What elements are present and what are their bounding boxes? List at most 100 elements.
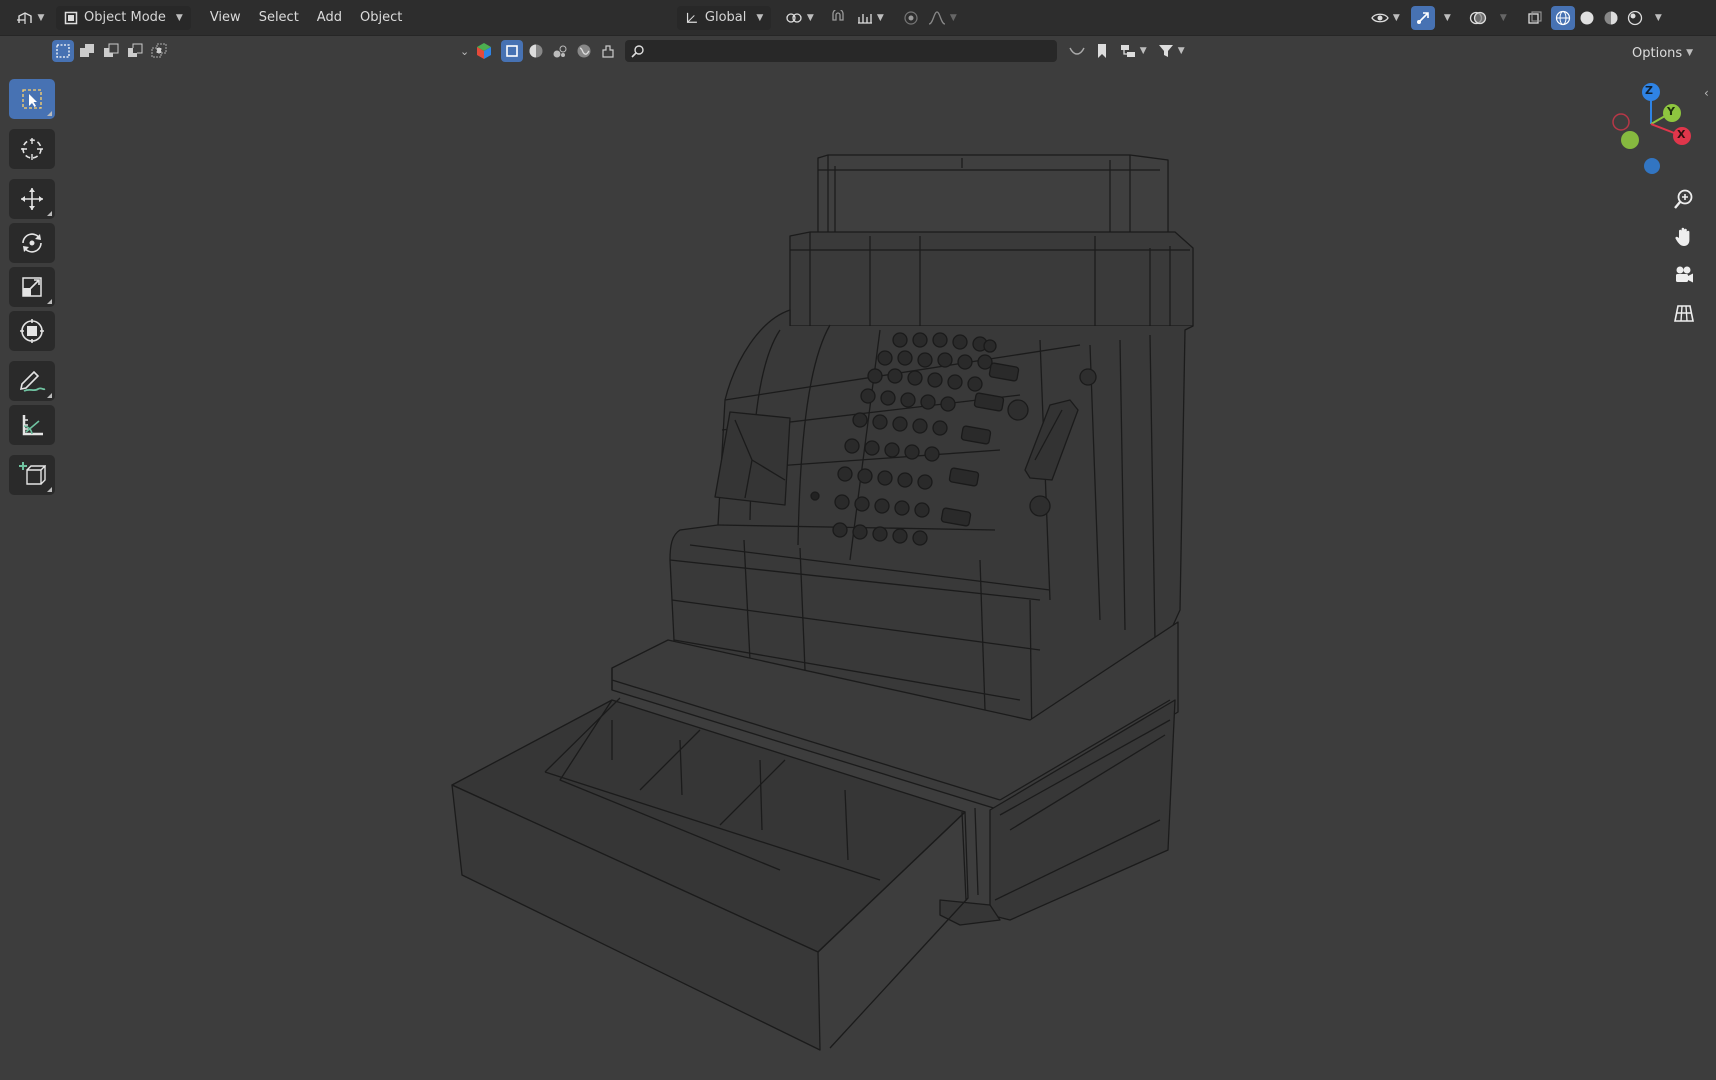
texture-drops-icon	[553, 45, 567, 58]
chevron-down-icon: ▼	[1499, 12, 1507, 23]
filter-texture-button[interactable]	[549, 40, 571, 62]
pivot-icon	[786, 12, 802, 23]
bookmark-button[interactable]	[1091, 40, 1113, 62]
chevron-down-icon[interactable]: ⌄	[460, 45, 469, 58]
navigation-controls	[1666, 181, 1710, 333]
chevron-down-icon: ▼	[1392, 12, 1400, 23]
rotate-tool[interactable]	[9, 223, 55, 263]
proportional-falloff-dropdown[interactable]: ▼	[923, 6, 961, 30]
filter-world-button[interactable]	[573, 40, 595, 62]
3d-cursor-icon	[21, 138, 43, 160]
square-icon	[506, 45, 519, 57]
cursor-select-icon	[22, 89, 42, 109]
select-box-subtract-button[interactable]	[100, 40, 122, 62]
orientation-label: Global	[704, 10, 747, 25]
filter-mesh-button[interactable]	[501, 40, 524, 62]
mode-dropdown[interactable]: Object Mode ▼	[56, 5, 191, 30]
select-mode-group	[52, 40, 170, 62]
menu-object[interactable]: Object	[351, 6, 411, 30]
chevron-down-icon: ▼	[756, 12, 764, 23]
object-mode-icon	[64, 11, 78, 24]
proportional-edit-toggle[interactable]	[899, 6, 923, 30]
select-box-intersect-button[interactable]	[148, 40, 170, 62]
select-box-invert-button[interactable]	[124, 40, 146, 62]
overlays-toggle[interactable]	[1465, 6, 1491, 30]
ortho-toggle-button[interactable]	[1666, 295, 1702, 331]
shading-material-button[interactable]	[1599, 6, 1623, 30]
menu-view[interactable]: View	[201, 6, 250, 30]
add-cube-icon	[19, 462, 46, 485]
bookmark-icon	[1098, 44, 1107, 58]
viewport-editor-icon	[16, 11, 32, 24]
measure-tool[interactable]	[9, 405, 55, 445]
options-dropdown[interactable]: Options ▼	[1624, 41, 1701, 65]
select-box-new-button[interactable]	[52, 40, 74, 62]
chevron-down-icon: ▼	[1177, 46, 1185, 56]
snap-target-dropdown[interactable]: ▼	[851, 6, 889, 30]
visibility-dropdown[interactable]: ▼	[1367, 6, 1403, 30]
chevron-down-icon: ▼	[1686, 48, 1694, 58]
curve-icon	[1069, 47, 1085, 55]
outliner-filter-group: ⌄ ▼ ▼	[456, 40, 1189, 62]
move-tool[interactable]	[9, 179, 55, 219]
ruler-measure-icon	[22, 415, 43, 436]
chevron-down-icon: ▼	[37, 12, 45, 23]
scene-icon	[602, 45, 614, 58]
register-keys	[832, 332, 1020, 546]
eye-icon	[1371, 13, 1389, 22]
shading-solid-button[interactable]	[1575, 6, 1599, 30]
select-box-tool[interactable]	[9, 79, 55, 119]
add-cube-tool[interactable]	[9, 455, 55, 495]
menu-add[interactable]: Add	[308, 6, 351, 30]
viewport-header: ▼ Object Mode ▼ View Select Add Object G…	[0, 0, 1716, 36]
overlays-dropdown[interactable]: ▼	[1491, 6, 1511, 30]
viewport-canvas[interactable]	[0, 0, 1716, 1080]
ortho-grid-icon	[1674, 305, 1694, 322]
xray-toggle[interactable]	[1523, 6, 1547, 30]
filter-dropdown[interactable]: ▼	[1153, 40, 1189, 62]
shading-dropdown[interactable]: ▼	[1647, 6, 1665, 30]
scale-icon	[22, 277, 42, 297]
filter-curve-button[interactable]	[1065, 40, 1089, 62]
transform-orientation-dropdown[interactable]: Global ▼	[677, 5, 772, 30]
gizmo-dropdown[interactable]: ▼	[1435, 6, 1455, 30]
search-field[interactable]	[625, 40, 1058, 62]
search-icon	[631, 45, 644, 58]
pan-button[interactable]	[1666, 219, 1702, 255]
xray-icon	[1528, 10, 1542, 24]
magnet-icon	[832, 9, 844, 21]
camera-view-button[interactable]	[1666, 257, 1702, 293]
header-menu: View Select Add Object	[201, 6, 411, 30]
navigation-gizmo[interactable]: Z Y X	[1600, 80, 1700, 180]
gizmo-neg-y[interactable]	[1621, 131, 1639, 149]
gizmo-arrow-icon	[1417, 11, 1430, 24]
snap-toggle[interactable]	[825, 6, 851, 30]
transform-tool[interactable]	[9, 311, 55, 351]
shading-rendered-button[interactable]	[1623, 6, 1647, 30]
scale-tool[interactable]	[9, 267, 55, 307]
cursor-tool[interactable]	[9, 129, 55, 169]
chevron-down-icon: ▼	[1654, 12, 1662, 23]
pivot-point-dropdown[interactable]: ▼	[779, 6, 819, 30]
gizmo-neg-x[interactable]	[1612, 113, 1630, 131]
filter-scene-button[interactable]	[597, 40, 619, 62]
gizmo-neg-z[interactable]	[1644, 158, 1660, 174]
tool-variant-indicator	[47, 393, 52, 398]
tool-shelf	[9, 79, 55, 499]
gizmo-toggle[interactable]	[1411, 5, 1436, 30]
sidebar-toggle-arrow[interactable]: ‹	[1704, 86, 1709, 100]
chevron-down-icon: ▼	[806, 12, 814, 23]
menu-select[interactable]: Select	[250, 6, 308, 30]
tool-variant-indicator	[47, 487, 52, 492]
world-globe-icon	[577, 44, 591, 58]
shading-wireframe-button[interactable]	[1551, 5, 1576, 30]
filter-material-button[interactable]	[525, 40, 547, 62]
snap-increment-icon	[857, 13, 872, 24]
hierarchy-dropdown[interactable]: ▼	[1115, 40, 1151, 62]
zoom-button[interactable]	[1666, 181, 1702, 217]
pencil-annotate-icon	[19, 370, 46, 392]
editor-type-button[interactable]: ▼	[12, 6, 48, 30]
select-box-extend-button[interactable]	[76, 40, 98, 62]
annotate-tool[interactable]	[9, 361, 55, 401]
chevron-down-icon: ▼	[876, 12, 884, 23]
